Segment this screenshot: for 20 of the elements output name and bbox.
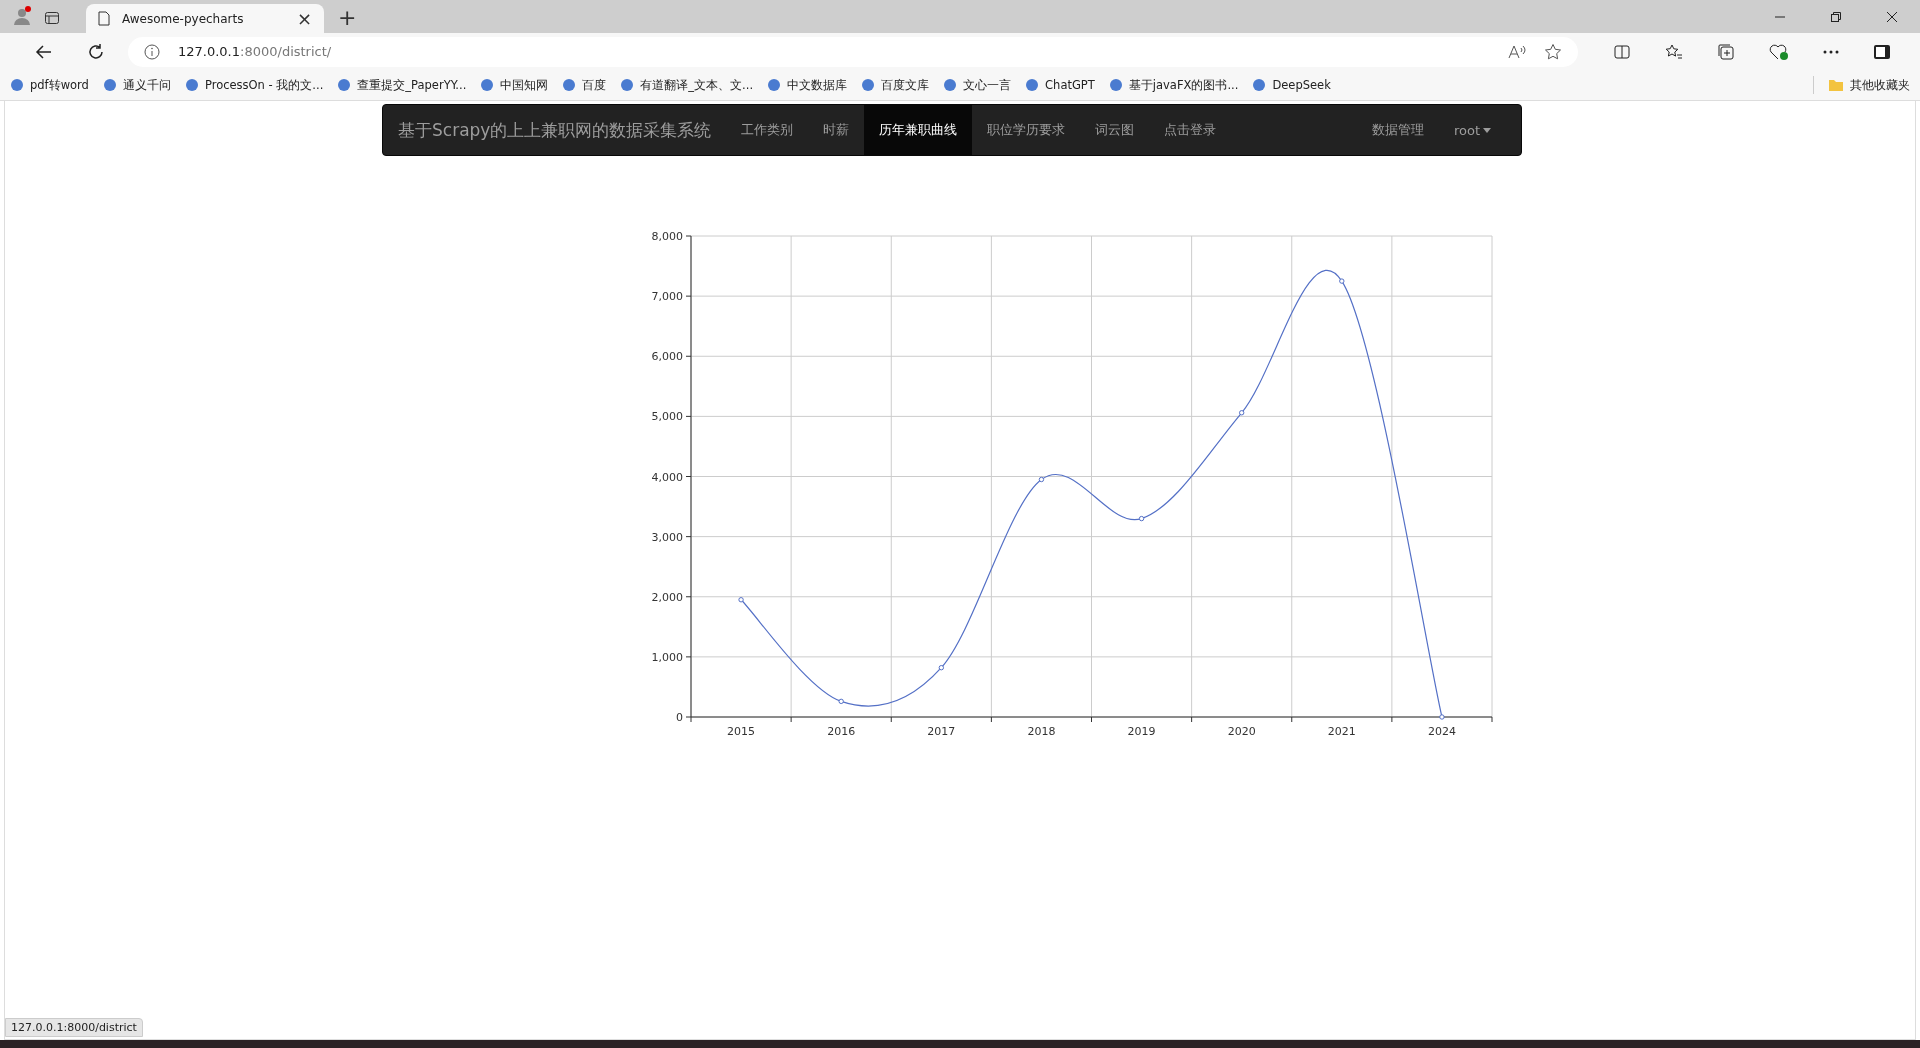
- url-text: 127.0.0.1:8000/district/: [178, 44, 332, 59]
- x-tick-label: 2024: [1427, 725, 1456, 738]
- x-tick-label: 2018: [1027, 725, 1056, 738]
- x-tick-label: 2020: [1227, 725, 1256, 738]
- x-tick-label: 2019: [1127, 725, 1156, 738]
- y-tick-label: 7,000: [651, 290, 683, 304]
- y-tick-label: 2,000: [651, 590, 683, 604]
- x-tick-label: 2016: [827, 725, 856, 738]
- y-tick-label: 6,000: [651, 350, 683, 364]
- tab-title: Awesome-pyecharts: [122, 11, 245, 26]
- y-tick-label: 1,000: [651, 650, 683, 664]
- x-tick-label: 2017: [927, 725, 956, 738]
- x-tick-label: 2015: [727, 725, 756, 738]
- status-url: 127.0.0.1:8000/district: [5, 1018, 143, 1037]
- x-tick-label: 2021: [1327, 725, 1356, 738]
- y-tick-label: 5,000: [651, 410, 683, 424]
- y-tick-label: 8,000: [651, 230, 683, 243]
- y-tick-label: 3,000: [651, 530, 683, 544]
- y-tick-label: 0: [676, 711, 683, 724]
- y-tick-label: 4,000: [651, 470, 683, 484]
